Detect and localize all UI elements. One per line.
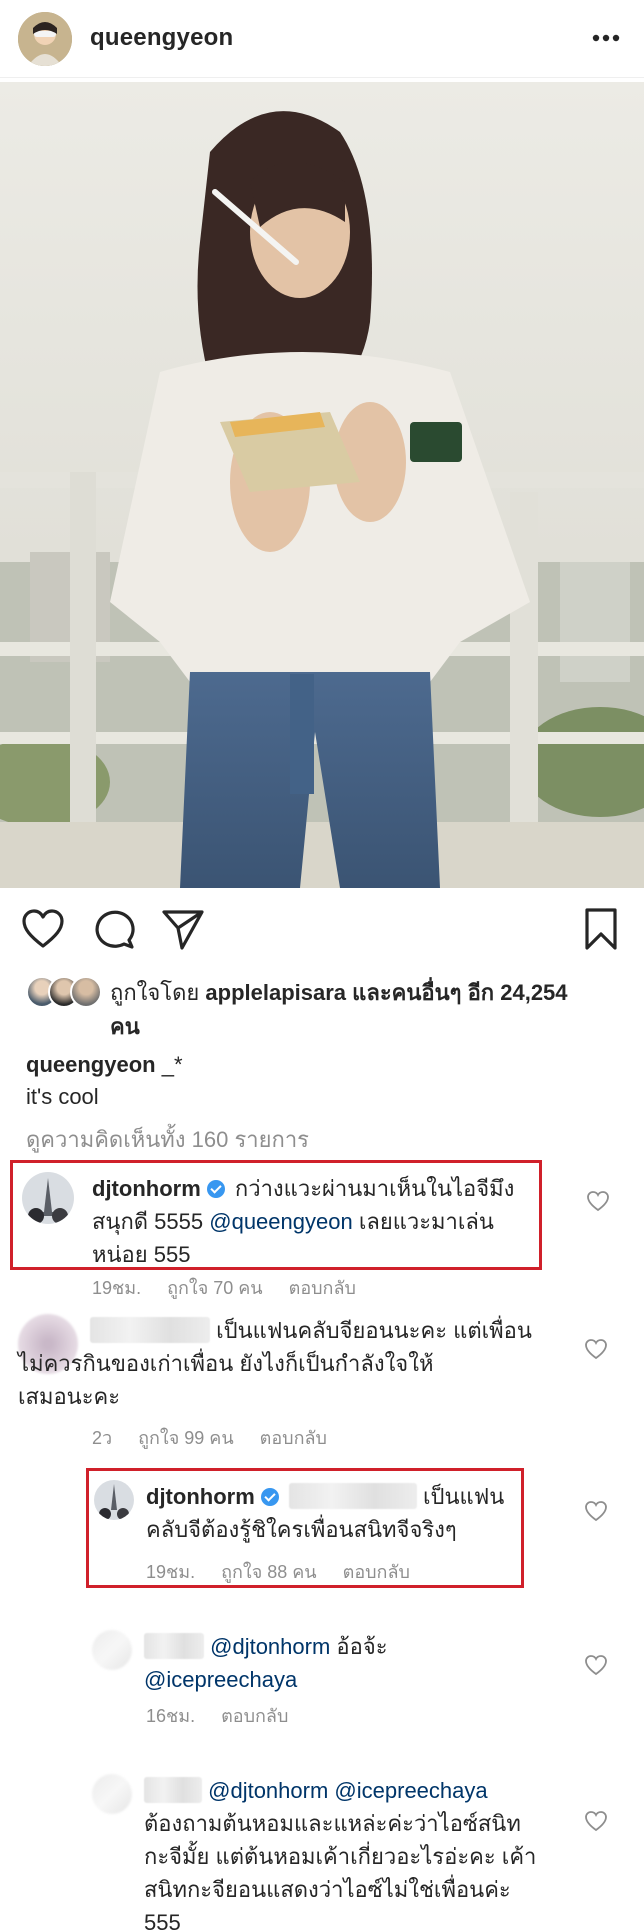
comment-line: สนุกดี 5555 <box>92 1209 210 1234</box>
comment-like-heart-icon[interactable] <box>586 1190 610 1212</box>
likes-suffix[interactable]: และคนอื่นๆ อีก 24,254 <box>352 980 567 1005</box>
mention-link[interactable]: @icepreechaya <box>334 1778 487 1803</box>
comment-username[interactable]: djtonhorm <box>92 1176 201 1201</box>
comment-meta: 16ชม. ตอบกลับ <box>146 1704 314 1728</box>
comment-line: เป็นแฟน <box>423 1484 505 1509</box>
reply-item: @djtonhorm @icepreechaya ต้องถามต้นหอมแล… <box>92 1774 622 1932</box>
header-username[interactable]: queengyeon <box>90 24 233 52</box>
comment-time: 19ชม. <box>146 1562 196 1582</box>
avatar[interactable] <box>92 1630 132 1670</box>
bookmark-icon[interactable] <box>578 906 624 952</box>
avatar[interactable] <box>22 1172 74 1224</box>
likes-text: ถูกใจโดย applelapisara และคนอื่นๆ อีก 24… <box>110 976 640 1044</box>
comment-meta: 2ว ถูกใจ 99 คน ตอบกลับ <box>92 1426 353 1450</box>
reply-button[interactable]: ตอบกลับ <box>260 1428 327 1448</box>
comment-line: 555 <box>144 1910 181 1932</box>
caption-text: it's cool <box>26 1084 99 1109</box>
comment-likes[interactable]: ถูกใจ 99 คน <box>138 1428 234 1448</box>
caption-username[interactable]: queengyeon <box>26 1052 156 1077</box>
more-options-icon[interactable] <box>586 22 626 54</box>
comment-line: ต้องถามต้นหอมและแหล่ะค่ะว่าไอซ์สนิท <box>144 1811 521 1836</box>
action-bar <box>0 900 644 960</box>
avatar <box>70 976 102 1008</box>
comment-text: djtonhorm เป็นแฟน คลับจีต้องรู้ชิใครเพื่… <box>146 1480 566 1546</box>
liker-avatars <box>26 976 102 1008</box>
avatar[interactable] <box>92 1774 132 1814</box>
post-photo[interactable] <box>0 82 644 888</box>
mention-link[interactable]: @djtonhorm <box>208 1778 328 1803</box>
reply-item: djtonhorm เป็นแฟน คลับจีต้องรู้ชิใครเพื่… <box>94 1480 624 1590</box>
comment-like-heart-icon[interactable] <box>584 1810 608 1832</box>
blurred-username[interactable] <box>144 1633 204 1659</box>
avatar[interactable] <box>94 1480 134 1520</box>
comment-like-heart-icon[interactable] <box>584 1338 608 1360</box>
post-header: queengyeon <box>0 0 644 78</box>
comment-line: คลับจีต้องรู้ชิใครเพื่อนสนิทจีจริงๆ <box>146 1517 457 1542</box>
comment-text: @djtonhorm @icepreechaya ต้องถามต้นหอมแล… <box>144 1774 584 1932</box>
comment-likes[interactable]: ถูกใจ 70 คน <box>167 1278 263 1298</box>
comment-line: สนิทกะจียอนแสดงว่าไอซ์ไม่ใช่เพื่อนค่ะ <box>144 1877 511 1902</box>
heart-icon[interactable] <box>20 906 66 952</box>
blurred-username[interactable] <box>90 1317 210 1343</box>
verified-badge-icon <box>206 1180 225 1198</box>
comment-line: อ้อจ้ะ <box>330 1634 388 1659</box>
comment-text: @djtonhorm อ้อจ้ะ @icepreechaya <box>144 1630 564 1696</box>
comment-username[interactable]: djtonhorm <box>146 1484 255 1509</box>
comment-line: กว่างแวะผ่านมาเห็นในไอจีมึง <box>234 1176 515 1201</box>
caption-header: queengyeon _* <box>26 1050 183 1080</box>
comment-time: 19ชม. <box>92 1278 142 1298</box>
comment-time: 2ว <box>92 1428 113 1448</box>
blurred-username[interactable] <box>144 1777 202 1803</box>
comment-meta: 19ชม. ถูกใจ 70 คน ตอบกลับ <box>92 1276 382 1300</box>
comment-meta: 19ชม. ถูกใจ 88 คน ตอบกลับ <box>146 1560 436 1584</box>
comment-like-heart-icon[interactable] <box>584 1654 608 1676</box>
likes-prefix: ถูกใจโดย <box>110 980 200 1005</box>
paper-plane-icon[interactable] <box>160 906 206 952</box>
comment-likes[interactable]: ถูกใจ 88 คน <box>221 1562 317 1582</box>
comment-icon[interactable] <box>90 906 136 952</box>
view-all-comments-link[interactable]: ดูความคิดเห็นทั้ง 160 รายการ <box>26 1125 309 1155</box>
comment-like-heart-icon[interactable] <box>584 1500 608 1522</box>
mention-link[interactable]: @queengyeon <box>209 1209 352 1234</box>
comment-line: เลยแวะมาเล่น <box>352 1209 494 1234</box>
instagram-post: queengyeon ถูกใจโดย applelapisara และคนอ… <box>0 0 644 1932</box>
comment-item: เป็นแฟนคลับจียอนนะคะ แต่เพื่อน ไม่ควรกิน… <box>18 1314 624 1464</box>
comment-line: เป็นแฟนคลับจียอนนะคะ แต่เพื่อน <box>216 1318 532 1343</box>
comment-text: djtonhorm กว่างแวะผ่านมาเห็นในไอจีมึง สน… <box>92 1172 572 1271</box>
reply-button[interactable]: ตอบกลับ <box>343 1562 410 1582</box>
comment-text: เป็นแฟนคลับจียอนนะคะ แต่เพื่อน ไม่ควรกิน… <box>18 1314 610 1413</box>
comment-line: หน่อย 555 <box>92 1242 191 1267</box>
mention-link[interactable]: @icepreechaya <box>144 1667 297 1692</box>
caption-inline-text: _* <box>161 1052 183 1077</box>
mention-link[interactable]: @djtonhorm <box>210 1634 330 1659</box>
liker-username[interactable]: applelapisara <box>205 980 346 1005</box>
comment-time: 16ชม. <box>146 1706 196 1726</box>
reply-button[interactable]: ตอบกลับ <box>221 1706 288 1726</box>
comment-line: กะจีมั้ย แต่ต้นหอมเค้าเกี่ยวอะไรอ่ะคะ เค… <box>144 1844 537 1869</box>
comment-line: เสมอนะคะ <box>18 1384 121 1409</box>
likes-suffix-line2[interactable]: คน <box>110 1014 140 1039</box>
reply-button[interactable]: ตอบกลับ <box>289 1278 356 1298</box>
verified-badge-icon <box>260 1488 279 1506</box>
comment-item: djtonhorm กว่างแวะผ่านมาเห็นในไอจีมึง สน… <box>22 1172 622 1322</box>
reply-item: @djtonhorm อ้อจ้ะ @icepreechaya 16ชม. ตอบ… <box>92 1630 622 1730</box>
comment-line: ไม่ควรกินของเก่าเพื่อน ยังไงก็เป็นกำลังใ… <box>18 1351 434 1376</box>
blurred-mention[interactable] <box>288 1483 417 1509</box>
avatar[interactable] <box>18 12 72 66</box>
